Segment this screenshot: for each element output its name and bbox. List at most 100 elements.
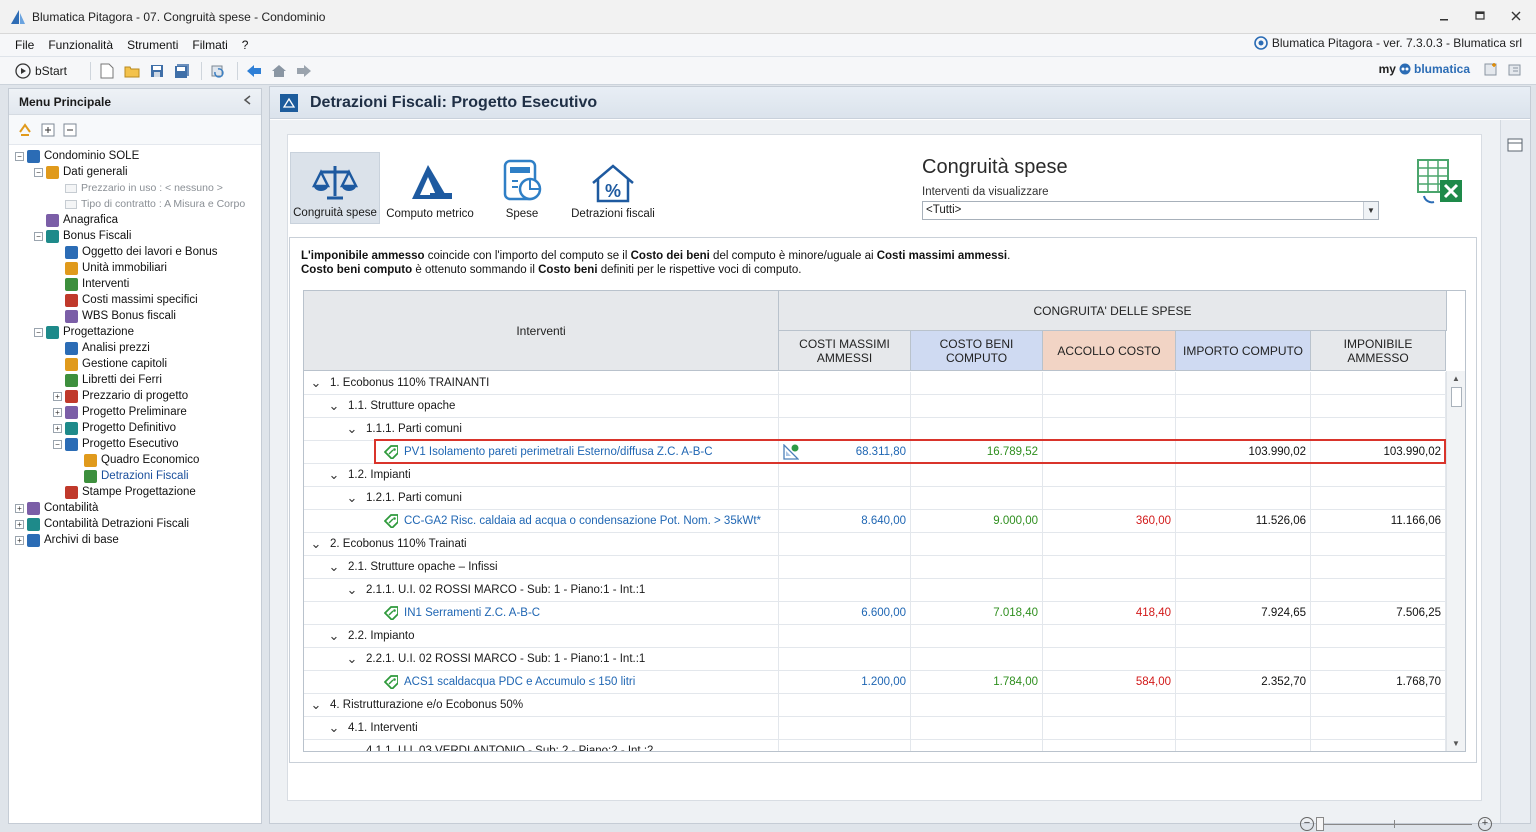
- open-folder-button[interactable]: [121, 60, 143, 82]
- collapse-all-icon[interactable]: [63, 123, 77, 137]
- group-row[interactable]: ⌄ 1.2.1. Parti comuni: [304, 487, 1446, 510]
- scroll-down-icon[interactable]: ▼: [1452, 739, 1460, 748]
- group-row[interactable]: ⌄ 4.1.1. U.I. 03 VERDI ANTONIO - Sub: 2 -…: [304, 740, 1446, 751]
- chevron-down-icon[interactable]: ⌄: [328, 560, 340, 573]
- menu-filmati[interactable]: Filmati: [185, 38, 234, 52]
- group-row[interactable]: ⌄ 1.1. Strutture opache: [304, 395, 1446, 418]
- chevron-down-icon[interactable]: ⌄: [328, 629, 340, 642]
- tree-item[interactable]: Unità immobiliari: [53, 260, 167, 276]
- tree-item[interactable]: + Contabilità Detrazioni Fiscali: [15, 516, 189, 532]
- tree-item[interactable]: + Archivi di base: [15, 532, 119, 548]
- tree-item[interactable]: Libretti dei Ferri: [53, 372, 162, 388]
- refresh-button[interactable]: [207, 60, 229, 82]
- menu-file[interactable]: File: [0, 38, 41, 52]
- layout-panel-icon[interactable]: [1507, 138, 1523, 152]
- zoom-in-button[interactable]: +: [1478, 817, 1492, 831]
- chevron-down-icon[interactable]: ⌄: [346, 652, 358, 665]
- close-button[interactable]: [1508, 8, 1524, 24]
- tree-item[interactable]: − Condominio SOLE: [15, 148, 139, 164]
- intervention-row[interactable]: ACS1 scaldacqua PDC e Accumulo ≤ 150 lit…: [304, 671, 1446, 694]
- chevron-down-icon[interactable]: ⌄: [310, 537, 322, 550]
- expand-node-icon[interactable]: +: [53, 407, 62, 417]
- expand-node-icon[interactable]: +: [15, 503, 24, 513]
- group-row[interactable]: ⌄ 2.2. Impianto: [304, 625, 1446, 648]
- zoom-slider[interactable]: [1316, 816, 1472, 831]
- tree-item[interactable]: Anagrafica: [34, 212, 118, 228]
- chevron-down-icon[interactable]: ⌄: [328, 468, 340, 481]
- column-header[interactable]: IMPONIBILE AMMESSO: [1311, 331, 1446, 371]
- ribbon-computo-metrico[interactable]: Computo metrico: [385, 152, 475, 224]
- expand-node-icon[interactable]: +: [15, 519, 24, 529]
- tree-item[interactable]: Costi massimi specifici: [53, 292, 198, 308]
- vertical-scrollbar[interactable]: ▲ ▼: [1446, 371, 1465, 751]
- intervention-row[interactable]: CC-GA2 Risc. caldaia ad acqua o condensa…: [304, 510, 1446, 533]
- tree-item[interactable]: Interventi: [53, 276, 129, 292]
- chevron-down-icon[interactable]: ⌄: [328, 721, 340, 734]
- forward-button[interactable]: [293, 60, 315, 82]
- collapse-node-icon[interactable]: −: [34, 167, 43, 177]
- new-file-button[interactable]: [96, 60, 118, 82]
- collapse-node-icon[interactable]: −: [34, 231, 43, 241]
- tree-item[interactable]: − Dati generali: [34, 164, 128, 180]
- export-excel-button[interactable]: [1416, 158, 1464, 206]
- expand-node-icon[interactable]: +: [53, 391, 62, 401]
- column-header[interactable]: COSTI MASSIMI AMMESSI: [779, 331, 911, 371]
- maximize-button[interactable]: [1472, 8, 1488, 24]
- collapse-node-icon[interactable]: −: [34, 327, 43, 337]
- scroll-up-icon[interactable]: ▲: [1452, 374, 1460, 383]
- save-all-button[interactable]: [171, 60, 193, 82]
- group-row[interactable]: ⌄ 1.2. Impianti: [304, 464, 1446, 487]
- notes-button[interactable]: [1508, 62, 1522, 79]
- user-add-button[interactable]: [1484, 62, 1498, 79]
- tree-item[interactable]: + Progetto Definitivo: [53, 420, 176, 436]
- sync-tree-icon[interactable]: [17, 122, 33, 138]
- intervention-row[interactable]: IN1 Serramenti Z.C. A-B-C 6.600,00 7.018,4…: [304, 602, 1446, 625]
- zoom-out-button[interactable]: −: [1300, 817, 1314, 831]
- group-row[interactable]: ⌄ 4.1. Interventi: [304, 717, 1446, 740]
- group-row[interactable]: ⌄ 2.1. Strutture opache – Infissi: [304, 556, 1446, 579]
- tree-item[interactable]: + Prezzario di progetto: [53, 388, 188, 404]
- expand-node-icon[interactable]: +: [15, 535, 24, 545]
- column-header[interactable]: IMPORTO COMPUTO: [1176, 331, 1311, 371]
- chevron-down-icon[interactable]: ⌄: [346, 744, 358, 751]
- tree-item[interactable]: Detrazioni Fiscali: [72, 468, 189, 484]
- menu-funzionalita[interactable]: Funzionalità: [41, 38, 120, 52]
- chevron-down-icon[interactable]: ⌄: [346, 422, 358, 435]
- tree-item[interactable]: − Progetto Esecutivo: [53, 436, 179, 452]
- bstart-button[interactable]: bStart: [15, 62, 67, 79]
- expand-node-icon[interactable]: +: [53, 423, 62, 433]
- chevron-down-icon[interactable]: ⌄: [346, 583, 358, 596]
- collapse-panel-button[interactable]: [243, 94, 251, 108]
- group-row[interactable]: ⌄ 1. Ecobonus 110% TRAINANTI: [304, 372, 1446, 395]
- scroll-thumb[interactable]: [1451, 387, 1462, 407]
- panel-splitter[interactable]: [262, 88, 268, 824]
- myblumatica-brand[interactable]: my blumatica: [1379, 62, 1470, 76]
- tree-item[interactable]: Analisi prezzi: [53, 340, 150, 356]
- ribbon-spese[interactable]: Spese: [477, 152, 567, 224]
- group-row[interactable]: ⌄ 2.1.1. U.I. 02 ROSSI MARCO - Sub: 1 - P…: [304, 579, 1446, 602]
- chevron-down-icon[interactable]: ⌄: [328, 399, 340, 412]
- tree-item[interactable]: − Bonus Fiscali: [34, 228, 131, 244]
- home-button[interactable]: [268, 60, 290, 82]
- tree-item[interactable]: WBS Bonus fiscali: [53, 308, 176, 324]
- minimize-button[interactable]: [1436, 8, 1452, 24]
- column-header-interventi[interactable]: Interventi: [304, 291, 779, 371]
- tree-item[interactable]: + Progetto Preliminare: [53, 404, 187, 420]
- column-header[interactable]: COSTO BENI COMPUTO: [911, 331, 1043, 371]
- menu-help[interactable]: ?: [235, 38, 256, 52]
- save-button[interactable]: [146, 60, 168, 82]
- zoom-slider-knob[interactable]: [1316, 816, 1324, 831]
- ribbon-congruita-spese[interactable]: Congruità spese: [290, 152, 380, 224]
- back-button[interactable]: [243, 60, 265, 82]
- group-row[interactable]: ⌄ 2.2.1. U.I. 02 ROSSI MARCO - Sub: 1 - P…: [304, 648, 1446, 671]
- tree-item[interactable]: + Contabilità: [15, 500, 98, 516]
- chevron-down-icon[interactable]: ⌄: [346, 491, 358, 504]
- column-header[interactable]: ACCOLLO COSTO: [1043, 331, 1176, 371]
- collapse-node-icon[interactable]: −: [15, 151, 24, 161]
- interventi-filter-select[interactable]: <Tutti> ▼: [922, 201, 1379, 220]
- tree-item[interactable]: Stampe Progettazione: [53, 484, 196, 500]
- tree-item[interactable]: Oggetto dei lavori e Bonus: [53, 244, 218, 260]
- tree-item[interactable]: Tipo di contratto : A Misura e Corpo: [53, 196, 245, 212]
- group-row[interactable]: ⌄ 1.1.1. Parti comuni: [304, 418, 1446, 441]
- group-row[interactable]: ⌄ 2. Ecobonus 110% Trainati: [304, 533, 1446, 556]
